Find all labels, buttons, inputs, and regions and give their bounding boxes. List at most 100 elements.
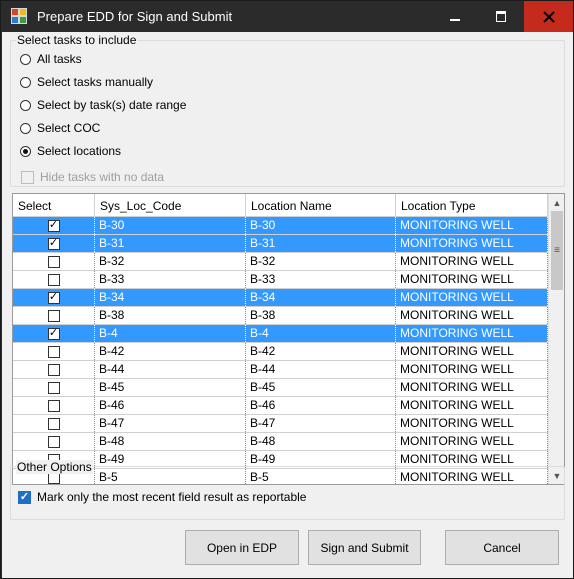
row-select-cell[interactable]	[13, 271, 95, 288]
table-row[interactable]: ✓ B-4 B-4 MONITORING WELL	[13, 325, 548, 343]
row-checkbox[interactable]	[47, 255, 60, 268]
table-row[interactable]: B-44 B-44 MONITORING WELL	[13, 361, 548, 379]
row-checkbox[interactable]	[47, 381, 60, 394]
radio-indicator[interactable]	[20, 99, 31, 111]
row-select-cell[interactable]	[13, 253, 95, 270]
sys-loc-code-cell[interactable]: B-4	[95, 325, 246, 342]
location-name-cell[interactable]: B-34	[246, 289, 396, 306]
scroll-up-icon[interactable]: ▲	[549, 194, 564, 211]
row-select-cell[interactable]: ✓	[13, 217, 95, 234]
row-select-cell[interactable]: ✓	[13, 235, 95, 252]
row-select-cell[interactable]: ✓	[13, 325, 95, 342]
locations-grid[interactable]: Select Sys_Loc_Code Location Name Locati…	[12, 193, 565, 485]
location-name-cell[interactable]: B-4	[246, 325, 396, 342]
sign-and-submit-button[interactable]: Sign and Submit	[308, 530, 421, 565]
radio-indicator[interactable]	[20, 145, 31, 157]
location-name-cell[interactable]: B-31	[246, 235, 396, 252]
maximize-button[interactable]	[478, 1, 524, 32]
location-type-cell[interactable]: MONITORING WELL	[396, 217, 548, 234]
location-type-cell[interactable]: MONITORING WELL	[396, 289, 548, 306]
table-row[interactable]: B-32 B-32 MONITORING WELL	[13, 253, 548, 271]
location-name-cell[interactable]: B-32	[246, 253, 396, 270]
table-row[interactable]: B-46 B-46 MONITORING WELL	[13, 397, 548, 415]
radio-all-tasks[interactable]: All tasks	[20, 50, 82, 68]
row-checkbox[interactable]	[47, 399, 60, 412]
row-select-cell[interactable]	[13, 361, 95, 378]
table-row[interactable]: B-38 B-38 MONITORING WELL	[13, 307, 548, 325]
location-type-cell[interactable]: MONITORING WELL	[396, 343, 548, 360]
row-checkbox[interactable]	[47, 273, 60, 286]
location-type-cell[interactable]: MONITORING WELL	[396, 271, 548, 288]
row-checkbox[interactable]	[47, 363, 60, 376]
sys-loc-code-cell[interactable]: B-32	[95, 253, 246, 270]
table-row[interactable]: ✓ B-31 B-31 MONITORING WELL	[13, 235, 548, 253]
row-select-cell[interactable]	[13, 307, 95, 324]
location-name-cell[interactable]: B-38	[246, 307, 396, 324]
table-row[interactable]: ✓ B-34 B-34 MONITORING WELL	[13, 289, 548, 307]
row-checkbox[interactable]	[47, 345, 60, 358]
minimize-button[interactable]	[432, 1, 478, 32]
row-checkbox[interactable]	[47, 309, 60, 322]
recent-result-checkbox[interactable]: ✓ Mark only the most recent field result…	[18, 488, 306, 506]
row-checkbox[interactable]	[47, 435, 60, 448]
sys-loc-code-cell[interactable]: B-38	[95, 307, 246, 324]
scroll-thumb[interactable]: ≡	[551, 211, 563, 290]
location-type-cell[interactable]: MONITORING WELL	[396, 433, 548, 450]
radio-date-range[interactable]: Select by task(s) date range	[20, 96, 186, 114]
location-type-cell[interactable]: MONITORING WELL	[396, 397, 548, 414]
radio-indicator[interactable]	[20, 122, 31, 134]
radio-select-coc[interactable]: Select COC	[20, 119, 100, 137]
close-button[interactable]	[524, 1, 573, 32]
location-name-cell[interactable]: B-33	[246, 271, 396, 288]
column-header-select[interactable]: Select	[13, 194, 95, 216]
row-select-cell[interactable]	[13, 397, 95, 414]
row-select-cell[interactable]	[13, 343, 95, 360]
row-select-cell[interactable]: ✓	[13, 289, 95, 306]
location-name-cell[interactable]: B-42	[246, 343, 396, 360]
sys-loc-code-cell[interactable]: B-30	[95, 217, 246, 234]
radio-indicator[interactable]	[20, 53, 31, 65]
location-type-cell[interactable]: MONITORING WELL	[396, 307, 548, 324]
location-type-cell[interactable]: MONITORING WELL	[396, 325, 548, 342]
sys-loc-code-cell[interactable]: B-46	[95, 397, 246, 414]
sys-loc-code-cell[interactable]: B-44	[95, 361, 246, 378]
checkbox-box[interactable]	[21, 170, 34, 184]
location-name-cell[interactable]: B-47	[246, 415, 396, 432]
row-select-cell[interactable]	[13, 415, 95, 432]
sys-loc-code-cell[interactable]: B-48	[95, 433, 246, 450]
location-name-cell[interactable]: B-48	[246, 433, 396, 450]
column-header-sys-loc-code[interactable]: Sys_Loc_Code	[95, 194, 246, 216]
sys-loc-code-cell[interactable]: B-47	[95, 415, 246, 432]
location-name-cell[interactable]: B-45	[246, 379, 396, 396]
row-select-cell[interactable]	[13, 433, 95, 450]
sys-loc-code-cell[interactable]: B-34	[95, 289, 246, 306]
radio-select-manually[interactable]: Select tasks manually	[20, 73, 153, 91]
radio-select-locations[interactable]: Select locations	[20, 142, 121, 160]
column-header-location-name[interactable]: Location Name	[246, 194, 396, 216]
location-name-cell[interactable]: B-44	[246, 361, 396, 378]
table-row[interactable]: B-45 B-45 MONITORING WELL	[13, 379, 548, 397]
sys-loc-code-cell[interactable]: B-31	[95, 235, 246, 252]
row-checkbox[interactable]: ✓	[47, 327, 60, 340]
location-type-cell[interactable]: MONITORING WELL	[396, 235, 548, 252]
radio-indicator[interactable]	[20, 76, 31, 88]
table-row[interactable]: B-48 B-48 MONITORING WELL	[13, 433, 548, 451]
location-name-cell[interactable]: B-46	[246, 397, 396, 414]
table-row[interactable]: B-42 B-42 MONITORING WELL	[13, 343, 548, 361]
location-name-cell[interactable]: B-30	[246, 217, 396, 234]
location-type-cell[interactable]: MONITORING WELL	[396, 415, 548, 432]
sys-loc-code-cell[interactable]: B-45	[95, 379, 246, 396]
checkbox-box[interactable]: ✓	[18, 490, 31, 504]
hide-no-data-checkbox[interactable]: Hide tasks with no data	[21, 168, 164, 186]
sys-loc-code-cell[interactable]: B-33	[95, 271, 246, 288]
row-checkbox[interactable]	[47, 417, 60, 430]
row-checkbox[interactable]: ✓	[47, 291, 60, 304]
table-row[interactable]: ✓ B-30 B-30 MONITORING WELL	[13, 217, 548, 235]
table-row[interactable]: B-47 B-47 MONITORING WELL	[13, 415, 548, 433]
vertical-scrollbar[interactable]: ▲ ≡ ▼	[548, 194, 564, 484]
title-bar[interactable]: Prepare EDD for Sign and Submit	[1, 1, 573, 32]
row-checkbox[interactable]: ✓	[47, 237, 60, 250]
cancel-button[interactable]: Cancel	[445, 530, 559, 565]
sys-loc-code-cell[interactable]: B-42	[95, 343, 246, 360]
row-select-cell[interactable]	[13, 379, 95, 396]
